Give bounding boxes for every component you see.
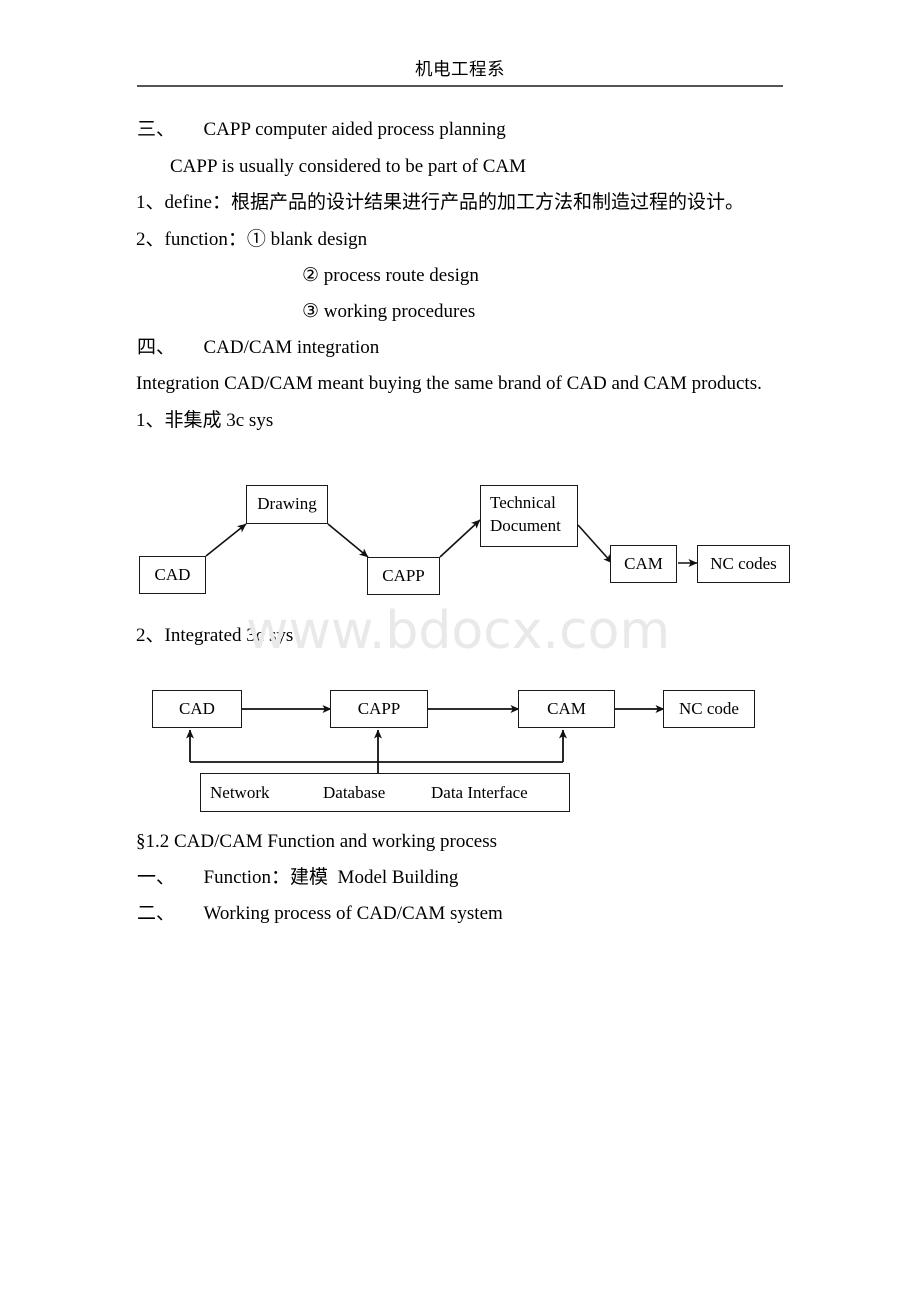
diagram2-node-capp-label: CAPP [357,698,401,718]
diagram2-node-cad-label: CAD [179,698,215,718]
support-bar-item-data-interface: Data Interface [431,782,528,802]
diagram2-support-bar: Network Database Data Interface [200,773,570,812]
diagram2-node-nc-code: NC code [663,690,755,728]
diagram2-node-cad: CAD [152,690,242,728]
diagram2-node-nc-code-label: NC code [679,698,739,718]
diagram2-node-cam-label: CAM [547,698,586,718]
diagram2-edges [186,705,665,773]
support-bar-item-network: Network [210,782,270,802]
diagram2-node-capp: CAPP [330,690,428,728]
diagram2-node-cam: CAM [518,690,615,728]
document-page: 机电工程系 三、 CAPP computer aided process pla… [0,0,920,1302]
diagram-integrated-3c-sys: CAD CAPP CAM NC code Network Database Da… [0,0,920,1302]
support-bar-item-database: Database [323,782,386,802]
